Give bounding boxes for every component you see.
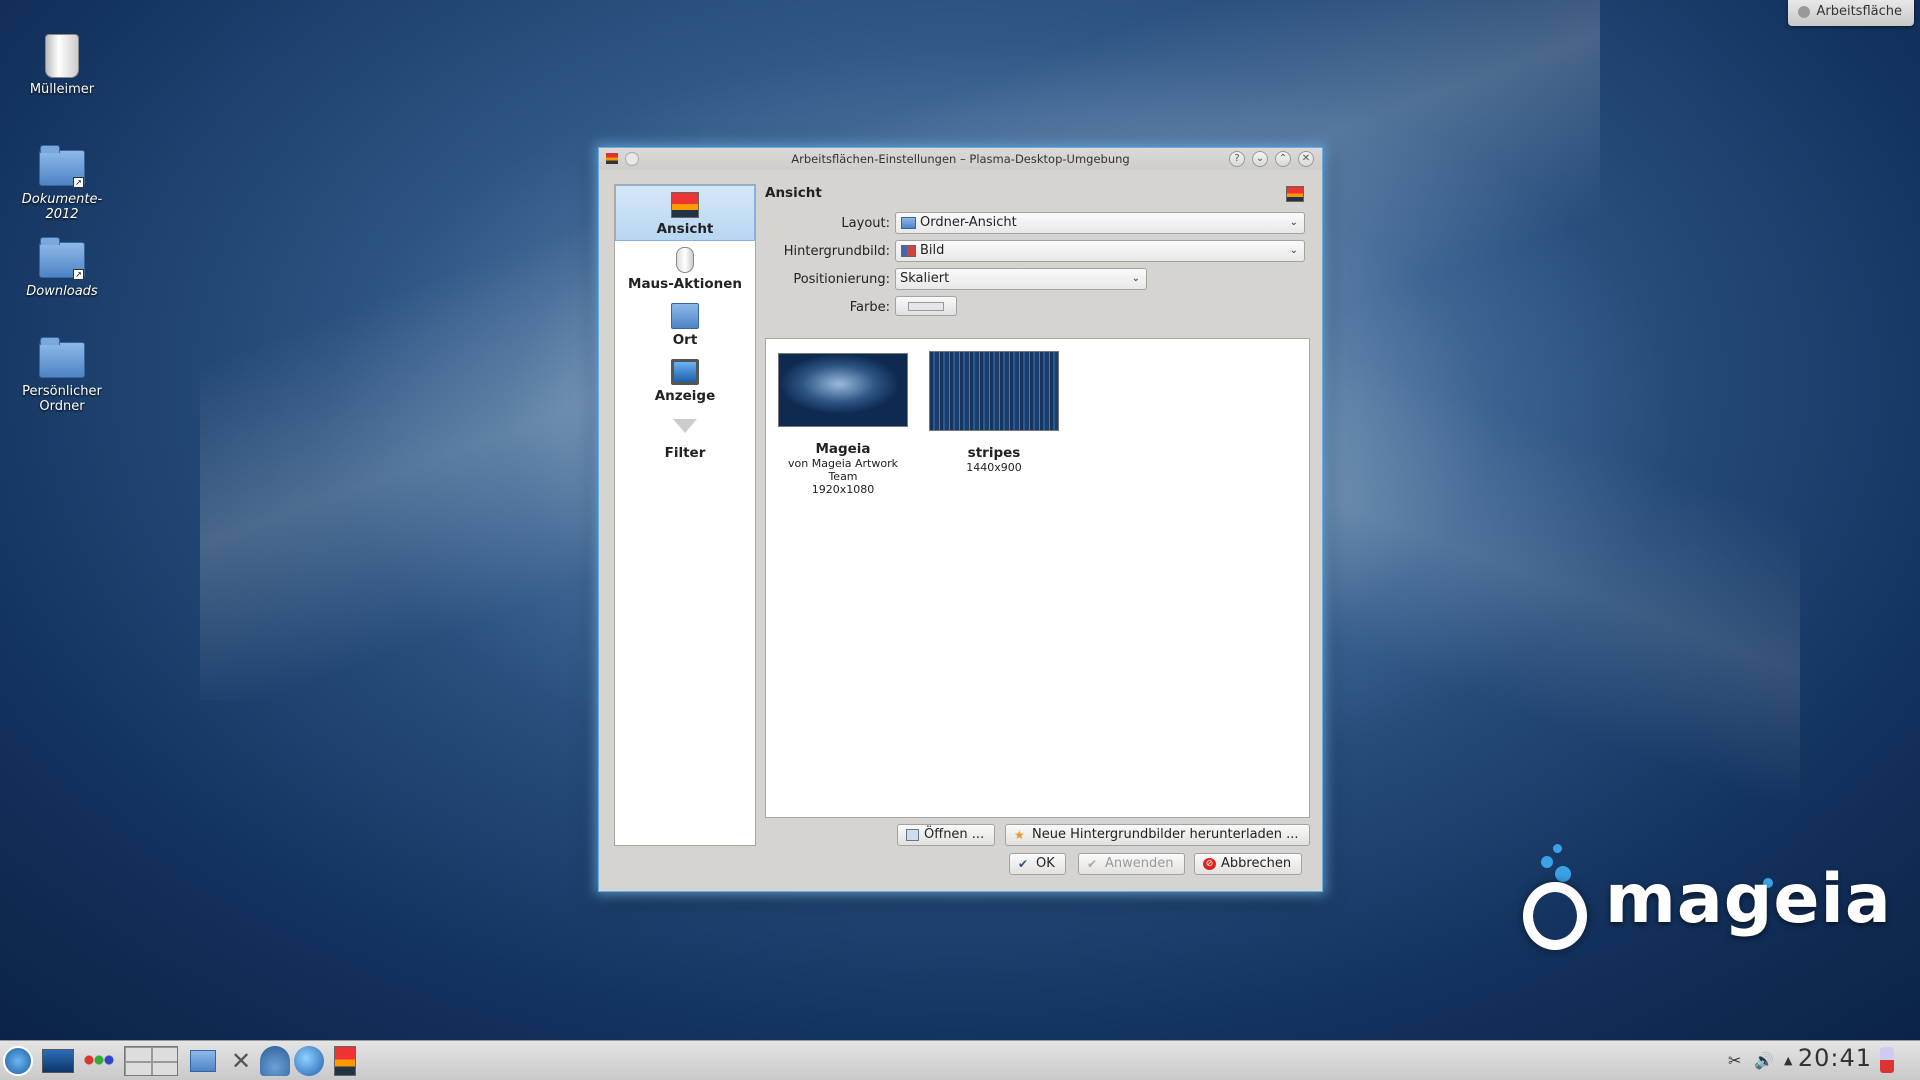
cancel-button[interactable]: ⊘ Abbrechen	[1194, 853, 1303, 875]
wallpaper-label: Hintergrundbild:	[783, 244, 890, 259]
maximize-button[interactable]: ⌃	[1275, 151, 1291, 167]
tray-expand-icon[interactable]: ▲	[1784, 1054, 1792, 1067]
close-button[interactable]: ✕	[1298, 151, 1314, 167]
desktop-toolbox-label: Arbeitsfläche	[1816, 4, 1902, 19]
show-desktop-icon[interactable]	[42, 1049, 74, 1073]
wallpaper-list: Mageia von Mageia Artwork Team 1920x1080…	[765, 338, 1310, 818]
wallpaper-row: Hintergrundbild: Bild ⌄	[765, 238, 1310, 266]
sidebar-item-label: Anzeige	[654, 388, 716, 404]
clipboard-icon[interactable]: ✂	[1728, 1051, 1741, 1070]
wallpaper-icon	[606, 153, 618, 164]
sidebar-item-filter[interactable]: Filter	[615, 409, 755, 465]
wallpaper-thumbnail	[778, 353, 908, 427]
desktop-icon-label: Dokumente- 2012	[21, 192, 103, 222]
folder-icon	[671, 303, 699, 329]
desktop-settings-dialog: Arbeitsflächen-Einstellungen – Plasma-De…	[598, 147, 1323, 892]
color-label: Farbe:	[849, 300, 890, 315]
wallpaper-name: stripes	[967, 445, 1021, 461]
wallpaper-icon	[671, 192, 699, 218]
display-icon	[671, 359, 699, 385]
desktop-icon-documents[interactable]: ↗ Dokumente- 2012	[12, 144, 112, 222]
star-icon: ★	[1014, 828, 1025, 842]
layout-row: Layout: Ordner-Ansicht ⌄	[765, 210, 1310, 238]
window-titlebar[interactable]: Arbeitsflächen-Einstellungen – Plasma-De…	[599, 148, 1322, 170]
ok-button[interactable]: ✔ OK	[1009, 853, 1066, 875]
home-folder-icon	[38, 336, 86, 380]
folder-icon: ↗	[38, 236, 86, 280]
wallpaper-item-mageia[interactable]: Mageia von Mageia Artwork Team 1920x1080	[776, 353, 910, 496]
open-button[interactable]: Öffnen ...	[897, 824, 996, 846]
chevron-down-icon: ⌄	[1131, 273, 1140, 284]
image-icon	[901, 245, 916, 257]
settings-sidebar: Ansicht Maus-Aktionen Ort Anzeige Filter	[614, 184, 756, 846]
volume-icon[interactable]: 🔊	[1754, 1051, 1774, 1070]
trash-icon	[38, 34, 86, 78]
desktop-icon-label: Downloads	[26, 284, 98, 299]
wallpaper-item-stripes[interactable]: stripes 1440x900	[927, 351, 1061, 474]
filter-icon	[673, 419, 697, 433]
help-button[interactable]: ?	[1229, 151, 1245, 167]
checkmark-icon: ✔	[1087, 857, 1098, 871]
layout-select[interactable]: Ordner-Ansicht ⌄	[895, 212, 1305, 234]
system-settings-icon[interactable]: ✕	[226, 1046, 256, 1076]
desktop-icon-downloads[interactable]: ↗ Downloads	[12, 236, 112, 299]
sidebar-item-label: Filter	[664, 445, 706, 461]
positioning-label: Positionierung:	[793, 272, 890, 287]
desktop-icon-trash[interactable]: Mülleimer	[12, 34, 112, 97]
pager-icon[interactable]	[124, 1046, 178, 1076]
browser-icon[interactable]	[294, 1046, 324, 1076]
wallpaper-name: Mageia	[815, 441, 871, 457]
plasma-toolbox-icon	[1798, 6, 1811, 18]
open-file-icon	[906, 829, 919, 841]
wallpaper-icon	[1286, 186, 1304, 202]
sidebar-item-ort[interactable]: Ort	[615, 297, 755, 353]
wallpaper-size: 1920x1080	[811, 483, 875, 496]
page-title: Ansicht	[765, 184, 1310, 210]
sidebar-item-label: Ansicht	[656, 221, 714, 237]
apply-button[interactable]: ✔ Anwenden	[1078, 853, 1185, 875]
file-manager-icon[interactable]	[190, 1050, 216, 1072]
download-wallpapers-button[interactable]: ★ Neue Hintergrundbilder herunterladen .…	[1005, 824, 1310, 846]
sidebar-item-ansicht[interactable]: Ansicht	[615, 185, 755, 241]
cancel-icon: ⊘	[1203, 858, 1216, 870]
folder-icon: ↗	[38, 144, 86, 188]
chevron-down-icon: ⌄	[1289, 217, 1298, 228]
software-manager-icon[interactable]	[260, 1046, 290, 1076]
chevron-down-icon: ⌄	[1289, 245, 1298, 256]
desktop-toolbox-button[interactable]: Arbeitsfläche	[1788, 0, 1914, 26]
wallpaper-author: von Mageia Artwork	[788, 457, 898, 470]
sidebar-item-label: Maus-Aktionen	[628, 276, 742, 292]
positioning-row: Positionierung: Skaliert ⌄	[765, 266, 1310, 294]
sidebar-item-label: Ort	[672, 332, 698, 348]
color-row: Farbe:	[765, 294, 1310, 322]
checkmark-icon: ✔	[1018, 857, 1029, 871]
wallpaper-select[interactable]: Bild ⌄	[895, 240, 1305, 262]
pin-icon[interactable]	[625, 152, 639, 166]
window-title: Arbeitsflächen-Einstellungen – Plasma-De…	[791, 152, 1130, 166]
taskbar: ✕ ✂ 🔊 ▲ 20:41	[0, 1040, 1920, 1080]
lock-icon[interactable]	[1880, 1047, 1894, 1073]
folder-icon	[901, 217, 916, 229]
color-swatch	[908, 302, 944, 311]
minimize-button[interactable]: ⌄	[1252, 151, 1268, 167]
desktop-icon-home[interactable]: Persönlicher Ordner	[12, 336, 112, 414]
positioning-select[interactable]: Skaliert ⌄	[895, 268, 1147, 290]
settings-content: Ansicht Layout: Ordner-Ansicht ⌄ Hinterg…	[765, 184, 1310, 322]
clock[interactable]: 20:41	[1798, 1044, 1872, 1072]
layout-label: Layout:	[841, 216, 890, 231]
desktop-icon-label: Mülleimer	[29, 82, 95, 97]
application-launcher-icon[interactable]	[3, 1046, 33, 1076]
desktop-settings-task-icon[interactable]	[334, 1046, 356, 1076]
wallpaper-author: Team	[828, 470, 858, 483]
mageia-logo: mageia	[1515, 840, 1891, 960]
sidebar-item-maus-aktionen[interactable]: Maus-Aktionen	[615, 241, 755, 297]
color-picker-button[interactable]	[895, 296, 957, 316]
mouse-icon	[676, 247, 694, 273]
activities-icon[interactable]	[84, 1055, 114, 1065]
desktop-icon-label: Persönlicher Ordner	[22, 384, 102, 414]
sidebar-item-anzeige[interactable]: Anzeige	[615, 353, 755, 409]
wallpaper-thumbnail	[929, 351, 1059, 431]
wallpaper-size: 1440x900	[966, 461, 1022, 474]
